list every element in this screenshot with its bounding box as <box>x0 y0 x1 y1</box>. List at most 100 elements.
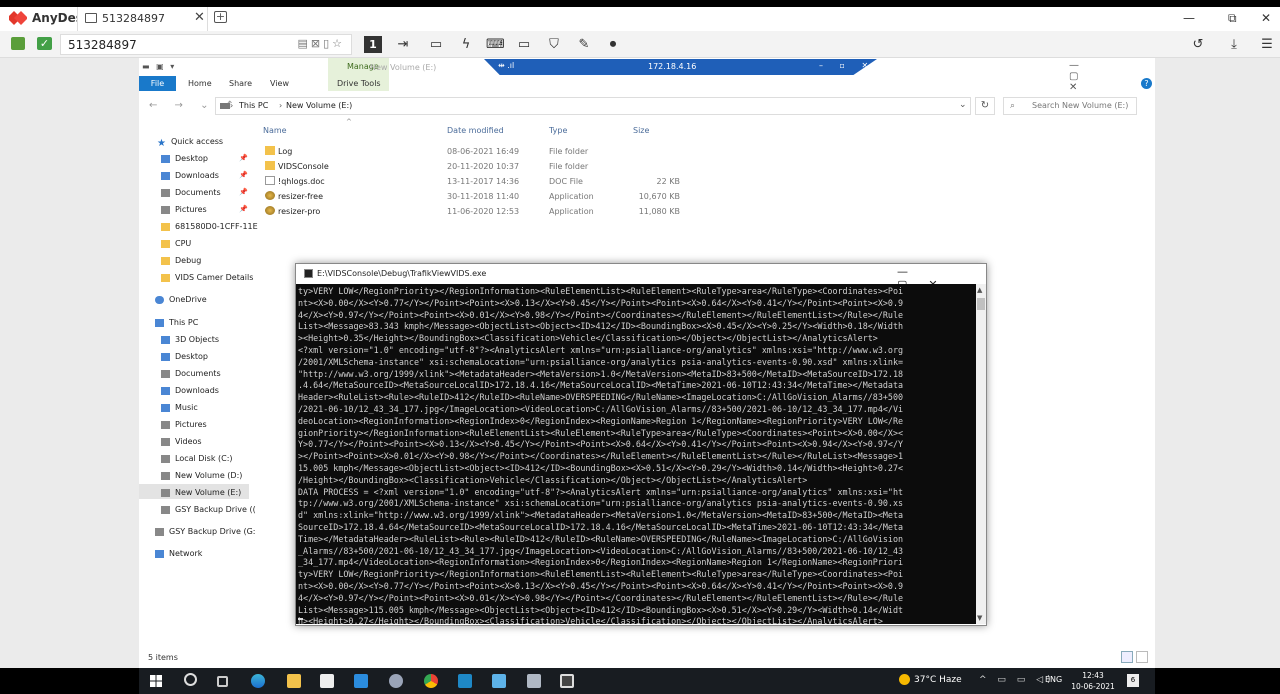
nav-pc-downloads[interactable]: Downloads <box>161 386 219 395</box>
display-settings-icon[interactable]: ▭ <box>515 36 533 53</box>
console-line: h><Height>0.27</Height></BoundingBox><Cl… <box>298 616 883 624</box>
tab-home[interactable]: Home <box>188 79 212 88</box>
download-icon[interactable]: ⤓ <box>1225 36 1243 53</box>
history-icon[interactable]: ↺ <box>1189 36 1207 53</box>
console-scrollbar[interactable]: ▲ ▼ <box>976 284 986 624</box>
scroll-thumb[interactable] <box>977 298 985 310</box>
address-actions-icon[interactable]: ▤⊠▯☆ <box>297 37 345 50</box>
nav-qa-cpu[interactable]: CPU <box>161 239 191 248</box>
nav-qa-vids[interactable]: VIDS Camer Details <box>161 273 253 282</box>
address-bar[interactable]: › This PC › New Volume (E:) <box>215 97 971 115</box>
refresh-button[interactable]: ↻ <box>975 97 995 115</box>
app-icon[interactable] <box>527 674 541 688</box>
mail-icon[interactable] <box>354 674 368 688</box>
search-icon[interactable] <box>184 673 197 686</box>
close-tab-icon[interactable]: ✕ <box>194 10 205 25</box>
switch-sides-icon[interactable]: ⇥ <box>394 36 412 53</box>
close-button[interactable]: ✕ <box>1261 11 1271 25</box>
app-icon[interactable] <box>492 674 506 688</box>
nav-pc-local-disk-c[interactable]: Local Disk (C:) <box>161 454 233 463</box>
scroll-up-icon[interactable]: ▲ <box>977 286 982 294</box>
console-output[interactable]: ty>VERY LOW</RegionPriority></RegionInfo… <box>296 284 976 624</box>
column-date[interactable]: Date modified <box>447 126 504 135</box>
tab-view[interactable]: View <box>270 79 289 88</box>
nav-qa-debug[interactable]: Debug <box>161 256 201 265</box>
app-icon[interactable] <box>389 674 403 688</box>
task-view-icon[interactable] <box>217 676 228 687</box>
display-select-button[interactable]: 1 <box>364 36 382 53</box>
file-explorer-icon[interactable] <box>287 674 301 688</box>
nav-pc-desktop[interactable]: Desktop <box>161 352 208 361</box>
column-name[interactable]: Name <box>263 126 287 135</box>
path-dropdown-icon[interactable]: ⌄ <box>959 100 967 110</box>
nav-label: Documents <box>175 188 221 197</box>
tab-drive-tools[interactable]: Drive Tools <box>337 79 381 88</box>
nav-network[interactable]: Network <box>155 549 202 558</box>
quick-access-toolbar[interactable]: ▬ ▣ ▾ <box>142 62 176 71</box>
console-titlebar[interactable]: E:\VIDSConsole\Debug\TrafikViewVIDS.exe … <box>296 264 986 291</box>
breadcrumb-this-pc[interactable]: This PC <box>239 101 268 110</box>
nav-qa-documents[interactable]: Documents <box>161 188 221 197</box>
explorer-window-controls[interactable]: — ▢ ✕ <box>1069 60 1155 93</box>
remote-screen[interactable]: ▬ ▣ ▾ Manage New Volume (E:) File Home S… <box>139 58 1155 668</box>
scroll-down-icon[interactable]: ▼ <box>977 614 982 622</box>
console-taskbar-icon[interactable] <box>560 674 574 688</box>
chat-icon[interactable]: ▭ <box>427 36 445 53</box>
clock[interactable]: 12:43 10-06-2021 <box>1071 670 1115 692</box>
edge-icon[interactable] <box>251 674 265 688</box>
new-tab-icon[interactable]: + <box>214 11 227 23</box>
windows-start-icon[interactable] <box>150 675 162 687</box>
session-tab[interactable]: 513284897 ✕ <box>77 7 208 31</box>
nav-onedrive[interactable]: OneDrive <box>155 295 207 304</box>
nav-this-pc[interactable]: This PC <box>155 318 198 327</box>
nav-qa-desktop[interactable]: Desktop <box>161 154 208 163</box>
details-view-icon[interactable] <box>1121 651 1133 663</box>
column-size[interactable]: Size <box>633 126 649 135</box>
permissions-shield-icon[interactable]: ⛉ <box>545 36 563 53</box>
chrome-icon[interactable] <box>424 674 438 688</box>
file-row[interactable]: !qhlogs.doc 13-11-2017 14:36 DOC File 22… <box>263 174 693 189</box>
nav-quick-access[interactable]: ★ Quick access <box>157 137 223 149</box>
nav-qa-downloads[interactable]: Downloads <box>161 171 219 180</box>
file-row[interactable]: Log 08-06-2021 16:49 File folder <box>263 144 693 159</box>
system-tray-icons[interactable]: ^ ▭ ▭ ◁) <box>979 675 1055 685</box>
file-type: Application <box>549 207 594 216</box>
nav-pc-videos[interactable]: Videos <box>161 437 202 446</box>
file-row[interactable]: resizer-free 30-11-2018 11:40 Applicatio… <box>263 189 693 204</box>
search-input[interactable]: ⌕ Search New Volume (E:) <box>1003 97 1137 115</box>
nav-qa-pictures[interactable]: Pictures <box>161 205 207 214</box>
tab-file[interactable]: File <box>139 76 176 91</box>
view-toggle[interactable] <box>1121 651 1151 664</box>
address-field[interactable]: 513284897 ▤⊠▯☆ <box>60 34 352 55</box>
nav-pc-3d-objects[interactable]: 3D Objects <box>161 335 219 344</box>
minimize-button[interactable]: — <box>1183 11 1195 25</box>
restore-button[interactable]: ⧉ <box>1228 11 1237 26</box>
nav-qa-folder-guid[interactable]: 681580D0-1CFF-11E <box>161 222 258 231</box>
console-window[interactable]: E:\VIDSConsole\Debug\TrafikViewVIDS.exe … <box>295 263 987 626</box>
console-line: nt><X>0.00</X><Y>0.77</Y></Point><Point>… <box>298 297 904 308</box>
nav-pc-pictures[interactable]: Pictures <box>161 420 207 429</box>
help-icon[interactable]: ? <box>1141 78 1152 89</box>
notification-badge[interactable]: 6 <box>1127 674 1139 687</box>
store-icon[interactable] <box>320 674 334 688</box>
nav-pc-gsy-backup[interactable]: GSY Backup Drive (( <box>161 505 256 514</box>
whiteboard-pen-icon[interactable]: ✎ <box>575 36 593 53</box>
actions-lightning-icon[interactable]: ϟ <box>457 36 475 53</box>
large-icons-view-icon[interactable] <box>1136 651 1148 663</box>
file-row[interactable]: resizer-pro 11-06-2020 12:53 Application… <box>263 204 693 219</box>
nav-gsy-backup-g[interactable]: GSY Backup Drive (G: <box>155 527 255 536</box>
nav-pc-music[interactable]: Music <box>161 403 198 412</box>
nav-pc-new-volume-e[interactable]: New Volume (E:) <box>161 488 241 497</box>
app-icon[interactable] <box>458 674 472 688</box>
language-indicator[interactable]: ENG <box>1045 675 1062 684</box>
column-type[interactable]: Type <box>549 126 567 135</box>
keyboard-icon[interactable]: ⌨ <box>486 36 505 53</box>
file-row[interactable]: VIDSConsole 20-11-2020 10:37 File folder <box>263 159 693 174</box>
tab-share[interactable]: Share <box>229 79 252 88</box>
nav-pc-new-volume-d[interactable]: New Volume (D:) <box>161 471 242 480</box>
weather-widget[interactable]: 37°C Haze <box>899 674 962 685</box>
nav-pc-documents[interactable]: Documents <box>161 369 221 378</box>
breadcrumb-current[interactable]: New Volume (E:) <box>286 101 352 110</box>
record-icon[interactable]: ⏺ <box>604 36 622 53</box>
menu-icon[interactable]: ☰ <box>1258 36 1276 53</box>
